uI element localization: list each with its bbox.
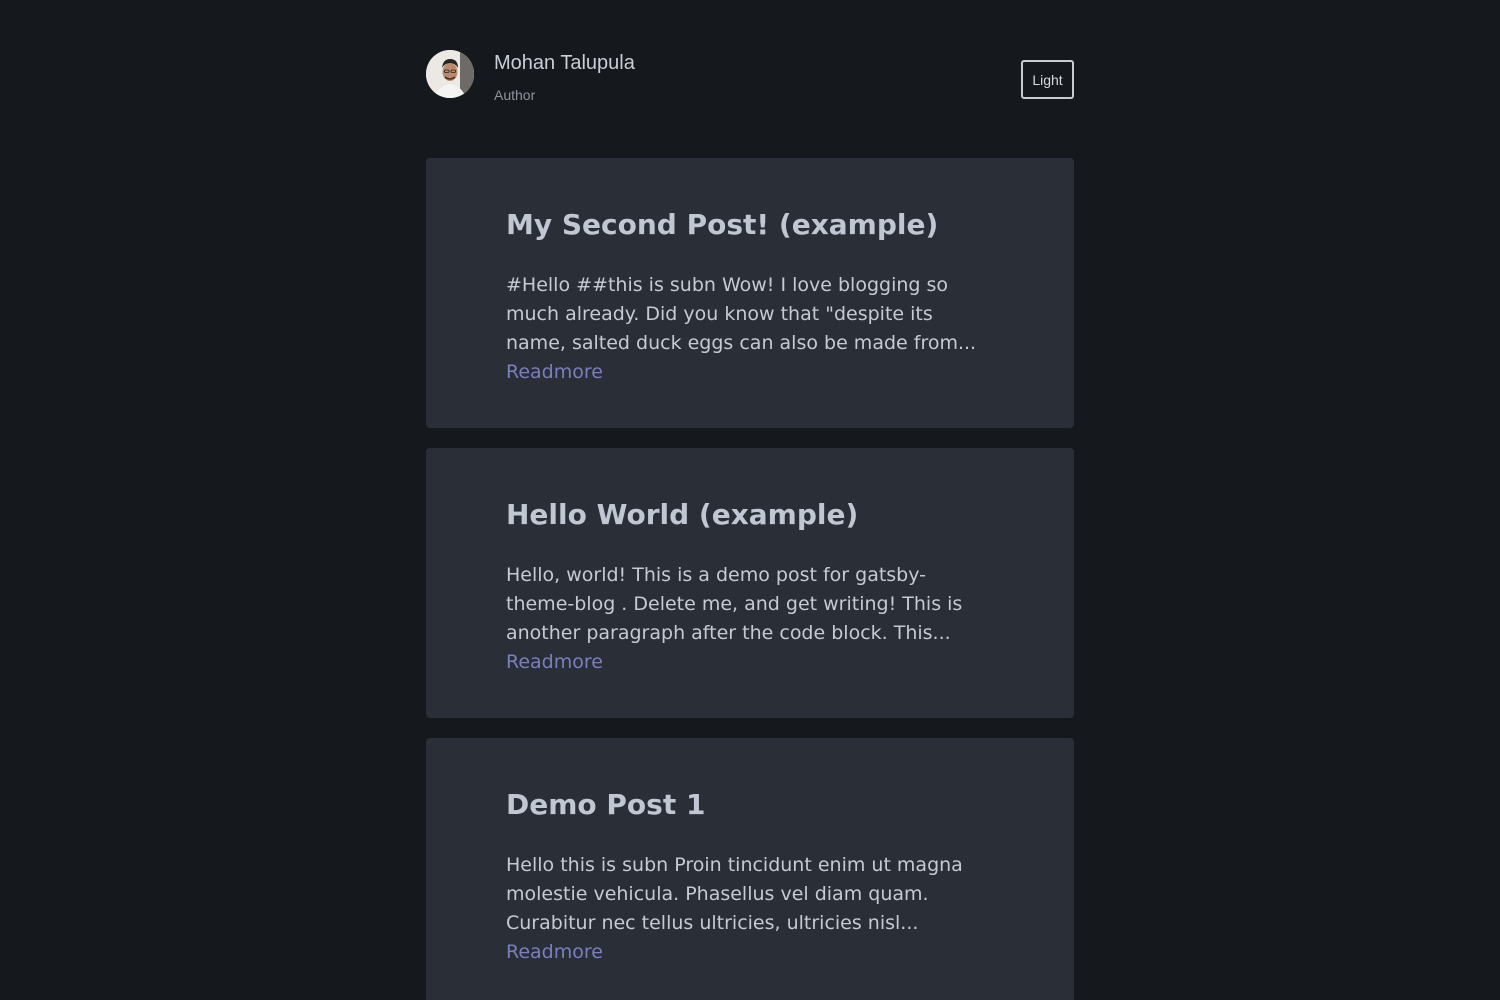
post-title[interactable]: Hello World (example) [506,495,994,535]
page-container: Mohan Talupula Author Light My Second Po… [426,0,1074,1000]
author-avatar [426,50,474,98]
post-card: My Second Post! (example) #Hello ##this … [426,158,1074,428]
post-excerpt: Hello this is subn Proin tincidunt enim … [506,851,994,967]
post-list: My Second Post! (example) #Hello ##this … [426,158,1074,1000]
post-excerpt-text: Hello, world! This is a demo post for ga… [506,564,963,644]
readmore-link[interactable]: Readmore [506,361,603,383]
post-title[interactable]: Demo Post 1 [506,785,994,825]
post-card: Demo Post 1 Hello this is subn Proin tin… [426,738,1074,1000]
readmore-link[interactable]: Readmore [506,651,603,673]
post-card: Hello World (example) Hello, world! This… [426,448,1074,718]
post-excerpt-text: #Hello ##this is subn Wow! I love bloggi… [506,274,977,354]
post-excerpt: #Hello ##this is subn Wow! I love bloggi… [506,271,994,387]
avatar-image [426,50,474,98]
post-excerpt: Hello, world! This is a demo post for ga… [506,561,994,677]
theme-toggle-button[interactable]: Light [1021,60,1074,99]
post-title[interactable]: My Second Post! (example) [506,205,994,245]
author-role: Author [494,87,536,103]
readmore-link[interactable]: Readmore [506,941,603,963]
post-excerpt-text: Hello this is subn Proin tincidunt enim … [506,854,963,934]
author-name: Mohan Talupula [494,52,635,74]
site-header: Mohan Talupula Author Light [426,50,1074,103]
